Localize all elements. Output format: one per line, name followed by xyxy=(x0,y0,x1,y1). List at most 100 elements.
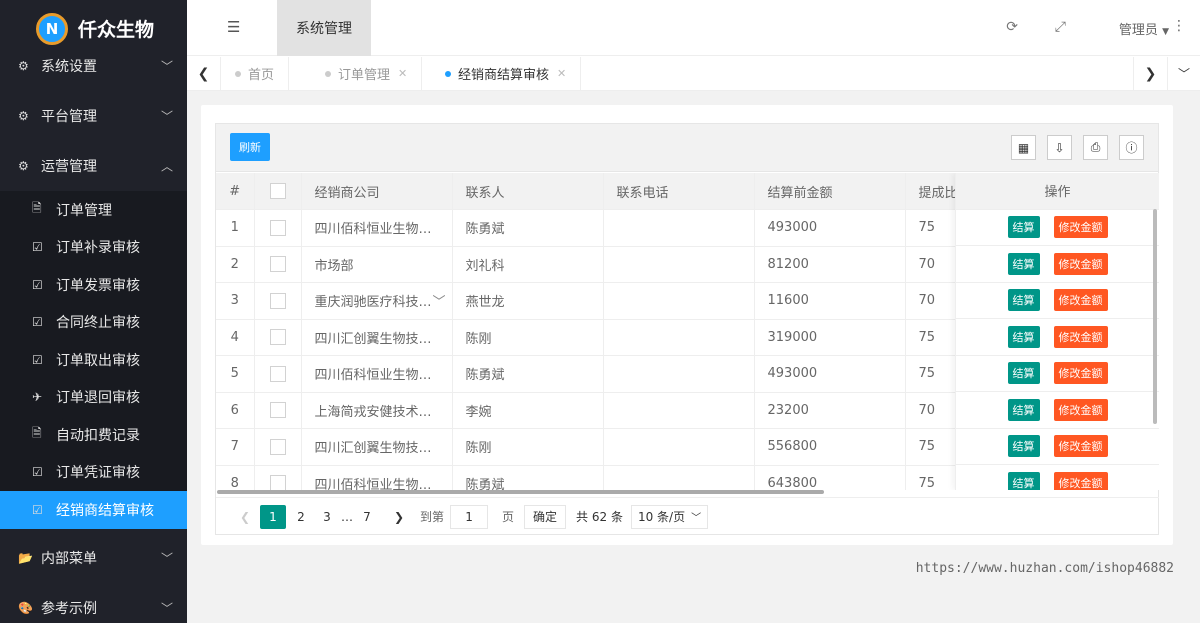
sidebar-group-internal-menu[interactable]: 📂 内部菜单 ﹀ xyxy=(0,533,187,583)
goto-page-input[interactable]: 1 xyxy=(450,505,488,529)
page-3[interactable]: 3 xyxy=(314,505,340,529)
col-header-actions: 操作 xyxy=(956,173,1159,210)
settle-button[interactable]: 结算 xyxy=(1008,435,1040,457)
modify-amount-button[interactable]: 修改金额 xyxy=(1054,472,1108,490)
sidebar-item-order-withdraw-review[interactable]: ☑订单取出审核 xyxy=(0,341,187,379)
col-header-company[interactable]: 经销商公司 xyxy=(301,173,452,210)
sidebar-item-invoice-review[interactable]: ☑订单发票审核 xyxy=(0,266,187,304)
row-checkbox[interactable] xyxy=(270,293,286,309)
page-1[interactable]: 1 xyxy=(260,505,286,529)
modify-amount-button[interactable]: 修改金额 xyxy=(1054,253,1108,275)
row-checkbox[interactable] xyxy=(270,439,286,455)
row-index: 4 xyxy=(216,319,254,356)
modify-amount-button[interactable]: 修改金额 xyxy=(1054,399,1108,421)
sidebar-group-examples[interactable]: 🎨 参考示例 ﹀ xyxy=(0,583,187,633)
topbar-title[interactable]: 系统管理 xyxy=(277,0,371,56)
chevron-down-icon: ﹀ xyxy=(161,108,173,125)
row-index: 6 xyxy=(216,392,254,429)
export-icon[interactable]: ⇩ xyxy=(1047,135,1072,160)
close-icon[interactable]: ✕ xyxy=(557,67,566,80)
company-name: 四川佰科恒业生物… xyxy=(315,478,432,490)
tabs-next-icon[interactable]: ❯ xyxy=(1133,57,1167,90)
sidebar-item-order-return-review[interactable]: ✈订单退回审核 xyxy=(0,379,187,417)
brand-name: 仟众生物 xyxy=(78,15,154,42)
sidebar-item-order-supplement-review[interactable]: ☑订单补录审核 xyxy=(0,229,187,267)
sidebar-item-voucher-review[interactable]: ☑订单凭证审核 xyxy=(0,454,187,492)
row-index: 7 xyxy=(216,429,254,466)
page-2[interactable]: 2 xyxy=(288,505,314,529)
tabs-prev-icon[interactable]: ❮ xyxy=(187,57,221,90)
sidebar-group-system-settings[interactable]: ⚙ 系统设置 ﹀ xyxy=(0,41,187,91)
row-select[interactable] xyxy=(254,246,301,283)
settle-button[interactable]: 结算 xyxy=(1008,326,1040,348)
row-select[interactable] xyxy=(254,429,301,466)
company-name: 上海简戎安健技术… xyxy=(315,405,432,420)
tab-dealer-settlement-review[interactable]: 经销商结算审核✕ xyxy=(431,57,581,90)
tabs-dropdown-icon[interactable]: ﹀ xyxy=(1167,57,1200,90)
checkbox-icon: ☑ xyxy=(32,278,48,292)
col-header-phone[interactable]: 联系电话 xyxy=(603,173,754,210)
ops-row: 结算修改金额 xyxy=(956,246,1159,283)
row-select[interactable] xyxy=(254,465,301,490)
modify-amount-button[interactable]: 修改金额 xyxy=(1054,326,1108,348)
close-icon[interactable]: ✕ xyxy=(398,67,407,80)
ops-row: 结算修改金额 xyxy=(956,283,1159,320)
page-prev-icon[interactable]: ❮ xyxy=(232,505,258,529)
row-select[interactable] xyxy=(254,319,301,356)
settle-button[interactable]: 结算 xyxy=(1008,289,1040,311)
horizontal-scrollbar[interactable] xyxy=(217,490,824,494)
settle-button[interactable]: 结算 xyxy=(1008,472,1040,490)
modify-amount-button[interactable]: 修改金额 xyxy=(1054,362,1108,384)
fullscreen-icon[interactable]: ⤢ xyxy=(1055,19,1066,35)
col-header-select[interactable] xyxy=(254,173,301,210)
cell-amount: 81200 xyxy=(754,246,905,283)
modify-amount-button[interactable]: 修改金额 xyxy=(1054,435,1108,457)
col-header-contact[interactable]: 联系人 xyxy=(452,173,603,210)
row-checkbox[interactable] xyxy=(270,475,286,490)
main-content: 刷新 ▦ ⇩ ⎙ ⓘ # 经销商公 xyxy=(187,91,1200,623)
page-next-icon[interactable]: ❯ xyxy=(386,505,412,529)
settle-button[interactable]: 结算 xyxy=(1008,253,1040,275)
vertical-scrollbar[interactable] xyxy=(1153,209,1157,424)
settle-button[interactable]: 结算 xyxy=(1008,362,1040,384)
sidebar-submenu: 🗎订单管理 ☑订单补录审核 ☑订单发票审核 ☑合同终止审核 ☑订单取出审核 ✈订… xyxy=(0,191,187,529)
row-select[interactable] xyxy=(254,392,301,429)
tab-home[interactable]: 首页 xyxy=(221,57,289,90)
row-checkbox[interactable] xyxy=(270,329,286,345)
col-header-amount[interactable]: 结算前金额 xyxy=(754,173,905,210)
modify-amount-button[interactable]: 修改金额 xyxy=(1054,216,1108,238)
sidebar-item-label: 经销商结算审核 xyxy=(56,500,154,520)
settle-button[interactable]: 结算 xyxy=(1008,399,1040,421)
row-checkbox[interactable] xyxy=(270,366,286,382)
sidebar-group-operations[interactable]: ⚙ 运营管理 ︿ xyxy=(0,141,187,191)
settle-button[interactable]: 结算 xyxy=(1008,216,1040,238)
row-select[interactable] xyxy=(254,283,301,320)
sidebar-group-platform[interactable]: ⚙ 平台管理 ﹀ xyxy=(0,91,187,141)
page-size-select[interactable]: 10 条/页﹀ xyxy=(631,505,708,529)
refresh-icon[interactable]: ⟳ xyxy=(1006,19,1018,35)
row-checkbox[interactable] xyxy=(270,402,286,418)
expand-icon[interactable]: ﹀ xyxy=(432,291,445,310)
sidebar-item-contract-termination-review[interactable]: ☑合同终止审核 xyxy=(0,304,187,342)
refresh-button[interactable]: 刷新 xyxy=(230,133,270,161)
select-all-checkbox[interactable] xyxy=(270,183,286,199)
ops-row: 结算修改金额 xyxy=(956,392,1159,429)
cell-company: 重庆润驰医疗科技…﹀ xyxy=(301,283,452,320)
row-select[interactable] xyxy=(254,210,301,247)
row-select[interactable] xyxy=(254,356,301,393)
row-checkbox[interactable] xyxy=(270,220,286,236)
more-vertical-icon[interactable]: ⋮ xyxy=(1172,18,1186,34)
user-menu[interactable]: 管理员 ▼ xyxy=(1119,19,1169,38)
info-icon[interactable]: ⓘ xyxy=(1119,135,1144,160)
sidebar-item-dealer-settlement-review[interactable]: ☑经销商结算审核 xyxy=(0,491,187,529)
sidebar-item-order-management[interactable]: 🗎订单管理 xyxy=(0,191,187,229)
modify-amount-button[interactable]: 修改金额 xyxy=(1054,289,1108,311)
columns-icon[interactable]: ▦ xyxy=(1011,135,1036,160)
menu-toggle-icon[interactable]: ☰ xyxy=(227,18,240,36)
row-checkbox[interactable] xyxy=(270,256,286,272)
goto-confirm-button[interactable]: 确定 xyxy=(524,505,566,529)
sidebar-item-auto-deduction-records[interactable]: 🗎自动扣费记录 xyxy=(0,416,187,454)
tab-order-management[interactable]: 订单管理✕ xyxy=(311,57,422,90)
print-icon[interactable]: ⎙ xyxy=(1083,135,1108,160)
page-7[interactable]: 7 xyxy=(354,505,380,529)
